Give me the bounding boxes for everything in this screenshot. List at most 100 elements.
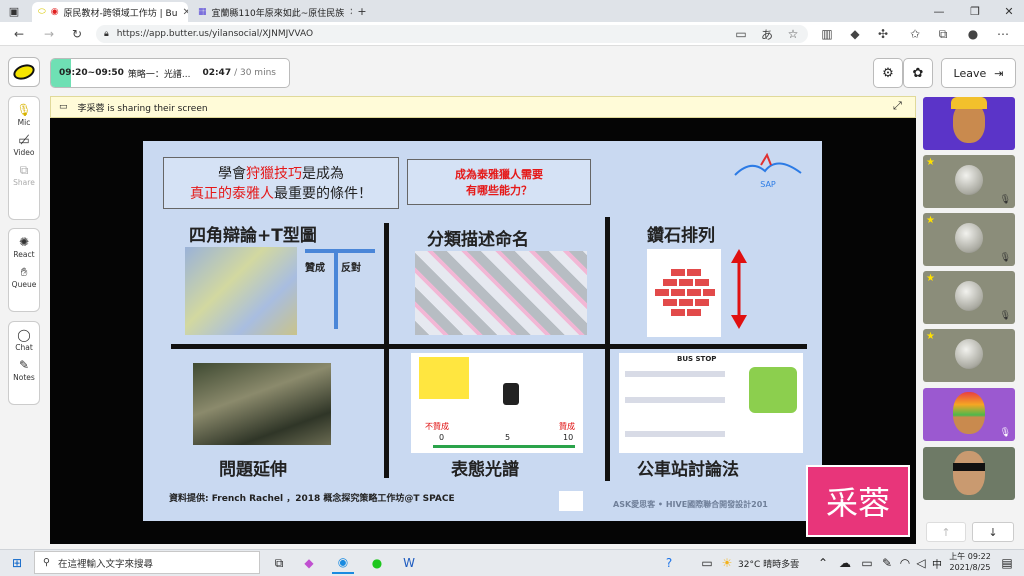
help-icon[interactable]: ? (658, 552, 680, 574)
spectrum-tick: 10 (563, 433, 574, 442)
title-text: 最重要的條件！ (274, 186, 372, 202)
participants-icon[interactable]: ✿ (903, 58, 933, 88)
diamond-chart (647, 249, 721, 337)
step-text (625, 431, 725, 437)
tab-conference[interactable]: ▦ 宜蘭縣110年原來如此~原住民族 ✕ (192, 2, 352, 22)
participant-tile[interactable]: ★ 🎙︎ (923, 155, 1015, 208)
debate-photo (185, 247, 297, 335)
reaction-controls: ✺ React ✋︎ Queue (8, 228, 40, 312)
scroll-up-button[interactable]: ↑ (926, 522, 966, 542)
avatar (955, 339, 983, 369)
extensions-icon[interactable]: ✣ (874, 25, 892, 43)
new-tab-button[interactable]: + (352, 0, 372, 22)
forward-icon[interactable]: → (40, 25, 58, 43)
butter-logo[interactable] (8, 57, 40, 87)
mic-button[interactable]: 🎙︎ Mic (9, 103, 39, 127)
restore-icon[interactable]: ❐ (958, 0, 992, 22)
windows-start-icon[interactable]: ⊞ (6, 552, 28, 574)
star-icon: ★ (926, 215, 935, 226)
url-field[interactable]: 🔒︎ https://app.butter.us/yilansocial/XJN… (96, 25, 808, 43)
profile-avatar[interactable]: ● (964, 25, 982, 43)
edge-icon[interactable]: ◉ (332, 552, 354, 574)
participant-tile[interactable]: 🎙︎ (923, 388, 1015, 441)
bus-stop-image: BUS STOP (619, 353, 803, 453)
tab-actions-icon[interactable]: ▣ (0, 0, 28, 22)
notifications-icon[interactable]: ▤ (996, 552, 1018, 574)
weather-icon[interactable]: ☀ (716, 552, 738, 574)
agenda-title: 策略一：光譜... (127, 69, 191, 80)
t-chart-stem (334, 249, 338, 329)
clock[interactable]: 上午 09:22 2021/8/25 (948, 551, 992, 573)
battery-icon[interactable]: ▭ (856, 552, 878, 574)
spectrum-tick: 5 (505, 433, 511, 442)
line-icon[interactable]: ● (366, 552, 388, 574)
camera-icon[interactable]: ▭ (732, 25, 750, 43)
avatar (955, 281, 983, 311)
participant-tile[interactable]: ★ 🎙︎ (923, 271, 1015, 324)
favorite-icon[interactable]: ☆ (784, 25, 802, 43)
sap-logo: SAP (731, 151, 805, 193)
leave-button[interactable]: Leave ⇥ (941, 58, 1016, 88)
muted-icon: 🎙︎ (999, 253, 1011, 263)
back-icon[interactable]: ← (10, 25, 28, 43)
tab-butter[interactable]: ⬭ ◉ 原民教材-跨領域工作坊 | Bu ✕ (32, 2, 188, 22)
notes-label: Notes (13, 373, 35, 382)
clock-date: 2021/8/25 (949, 563, 991, 572)
word-icon[interactable]: W (398, 552, 420, 574)
participant-tile[interactable]: ★ 🎙︎ (923, 213, 1015, 266)
translate-icon[interactable]: あ (758, 25, 776, 43)
extension-icon[interactable]: ◆ (846, 25, 864, 43)
url-text: https://app.butter.us/yilansocial/XJNMJV… (116, 29, 314, 39)
title-highlight: 狩獵技巧 (246, 166, 302, 182)
app-icon[interactable]: ◆ (298, 552, 320, 574)
notes-button[interactable]: ✎ Notes (9, 358, 39, 382)
exit-icon: ⇥ (994, 66, 1004, 80)
t-chart-label: 反對 (341, 263, 361, 274)
settings-icon[interactable]: ⚙ (873, 58, 903, 88)
minimize-icon[interactable]: — (922, 0, 956, 22)
expand-icon[interactable]: ⤢ (893, 99, 902, 113)
task-view-icon[interactable]: ⧉ (268, 552, 290, 574)
t-chart-label: 贊成 (305, 263, 325, 274)
chat-icon: ◯ (17, 328, 31, 342)
star-icon: ★ (926, 331, 935, 342)
react-button[interactable]: ✺ React (9, 235, 39, 259)
media-controls: 🎙︎ Mic ▭̸ Video ⧉ Share (8, 96, 40, 220)
chevron-up-icon[interactable]: ⌃ (812, 552, 834, 574)
chair-icon (503, 383, 519, 405)
participant-tile[interactable] (923, 97, 1015, 150)
tab-title: 宜蘭縣110年原來如此~原住民族 (211, 8, 345, 19)
collections-icon[interactable]: ⧉ (934, 25, 952, 43)
onedrive-icon[interactable]: ☁ (834, 552, 856, 574)
participant-tile[interactable]: ★ (923, 329, 1015, 382)
taskbar-search[interactable]: ⚲ 在這裡輸入文字來搜尋 (34, 551, 260, 574)
share-button[interactable]: ⧉ Share (9, 163, 39, 187)
participant-tile[interactable] (923, 447, 1015, 500)
scroll-down-button[interactable]: ↓ (972, 522, 1014, 542)
slide-title-box: 學會狩獵技巧是成為 真正的泰雅人最重要的條件！ (163, 157, 399, 209)
extension-icon[interactable]: ▥ (818, 25, 836, 43)
slide-credit: 資料提供: French Rachel ，2018 概念探究策略工作坊@T SP… (169, 494, 455, 504)
search-placeholder: 在這裡輸入文字來搜尋 (57, 558, 153, 570)
mic-icon: 🎙︎ (16, 103, 32, 117)
cell-title: 公車站討論法 (637, 460, 739, 480)
weather-text[interactable]: 32°C 晴時多雲 (738, 557, 799, 570)
agenda-timer[interactable]: 09:20~09:50 策略一：光譜... 02:47 / 30 mins (50, 58, 290, 88)
favorites-icon[interactable]: ✩ (906, 25, 924, 43)
hat-icon (951, 97, 987, 109)
network-icon[interactable]: ▭ (696, 552, 718, 574)
muted-icon: 🎙︎ (999, 195, 1011, 205)
hand-icon: ✋︎ (20, 265, 28, 279)
ime-indicator[interactable]: 中 (926, 552, 948, 574)
grid-line (171, 344, 807, 349)
more-icon[interactable]: ⋯ (994, 25, 1012, 43)
muted-icon: 🎙︎ (999, 311, 1011, 321)
refresh-icon[interactable]: ↻ (68, 25, 86, 43)
close-tab-icon[interactable]: ✕ (182, 7, 188, 18)
queue-button[interactable]: ✋︎ Queue (9, 265, 39, 289)
close-window-icon[interactable]: ✕ (992, 0, 1024, 22)
vertical-arrow (729, 249, 749, 329)
chat-button[interactable]: ◯ Chat (9, 328, 39, 352)
screen-share-banner: ▭ 李采蓉 is sharing their screen (50, 96, 916, 118)
video-button[interactable]: ▭̸ Video (9, 133, 39, 157)
